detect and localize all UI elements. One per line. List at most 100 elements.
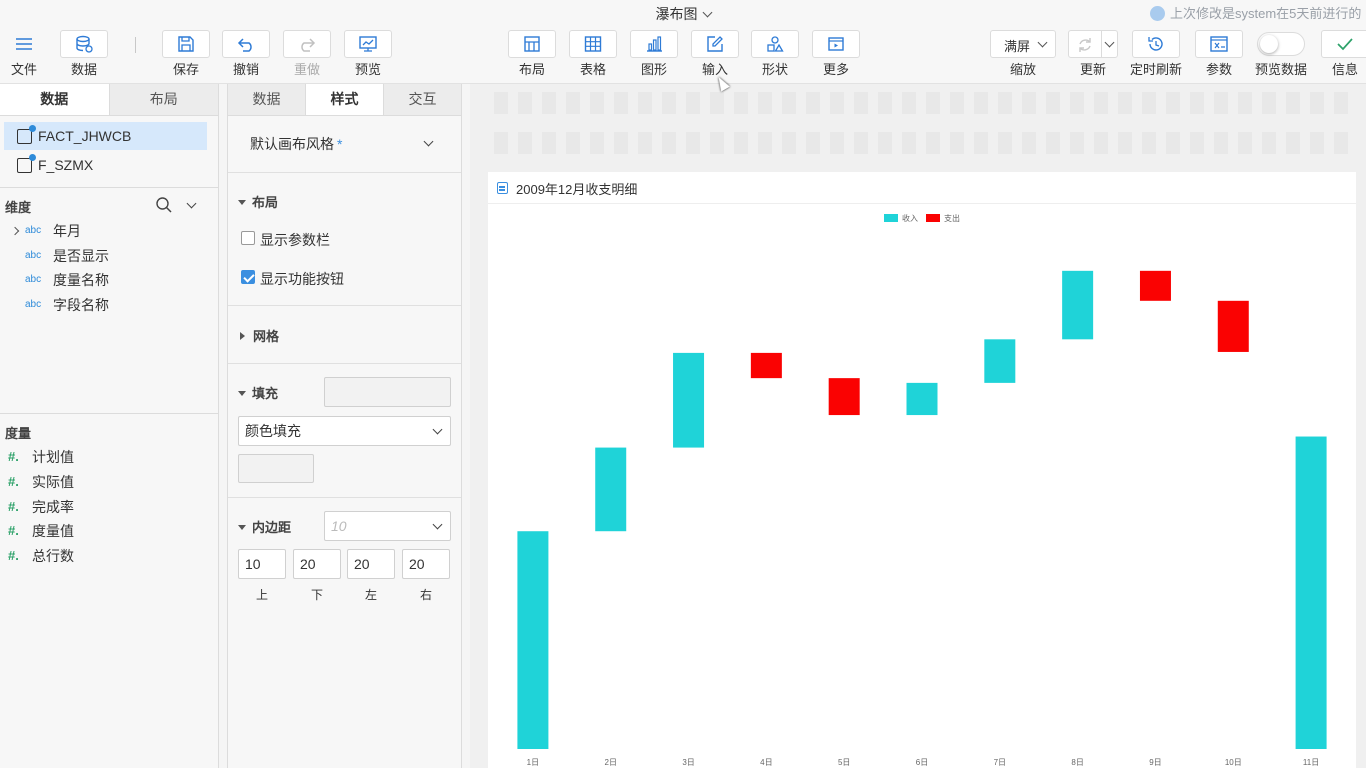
table-button[interactable]: 表格 [569,30,617,78]
padding-bottom-input[interactable]: 20 [293,549,341,579]
table-item-fact-jhwcb[interactable]: FACT_JHWCB [4,122,207,150]
tab-style[interactable]: 样式 [305,84,384,115]
modified-info: 上次修改是system在5天前进行的 [1150,3,1366,22]
show-function-buttons-checkbox[interactable] [241,270,255,284]
padding-bottom-label: 下 [310,588,323,602]
dataset-icon [17,125,36,144]
file-button[interactable]: 文件 [0,30,48,78]
info-button[interactable]: 信息 [1321,30,1366,78]
tab-data[interactable]: 数据 [228,84,305,115]
waterfall-bar[interactable] [1217,300,1249,352]
string-type-icon: abc [25,225,42,236]
chevron-right-icon[interactable] [10,226,20,236]
chevron-down-icon[interactable] [186,198,197,209]
tab-interaction[interactable]: 交互 [384,84,461,115]
save-icon [162,30,210,58]
layout-section-label: 布局 [252,195,279,210]
measure-label: 总行数 [32,548,74,564]
shape-button[interactable]: 形状 [751,30,799,78]
canvas-style-mark: * [337,136,343,152]
layout-button[interactable]: 布局 [508,30,556,78]
string-type-icon: abc [25,299,42,310]
timed-refresh-button[interactable]: 定时刷新 [1130,30,1182,78]
measure-item[interactable]: #. 度量值 [0,519,218,543]
tab-layout[interactable]: 布局 [109,84,218,115]
preview-label: 预览 [354,62,381,77]
document-title-text: 瀑布图 [655,6,698,22]
chart-widget[interactable]: 2009年12月收支明细 收入 支出 1日 2日 3日 4日 5日 6日 7日 8日 9日 10日 11… [488,172,1356,768]
waterfall-bar[interactable] [906,382,938,416]
preview-data-toggle[interactable] [1257,32,1305,56]
fill-type-select[interactable]: 颜色填充 [238,416,451,446]
graphic-button[interactable]: 图形 [630,30,678,78]
table-name: F_SZMX [38,157,94,173]
dimension-label: 年月 [53,223,81,239]
padding-right-input[interactable]: 20 [402,549,450,579]
clock-icon [1132,30,1180,58]
undo-button[interactable]: 撤销 [222,30,270,78]
x-tick-label: 10日 [1225,758,1242,767]
fill-section-header[interactable]: 填充 [238,383,278,402]
dimension-item[interactable]: abc 是否显示 [0,244,218,268]
waterfall-bar[interactable] [517,531,549,749]
canvas-style-select[interactable]: 默认画布风格 * [250,134,342,154]
chevron-down-icon [432,424,443,435]
data-button[interactable]: 数据 [60,30,108,78]
fill-section-label: 填充 [252,386,279,401]
save-button[interactable]: 保存 [162,30,210,78]
preview-data-label: 预览数据 [1254,62,1307,77]
waterfall-bar[interactable] [1062,270,1094,340]
update-label: 更新 [1079,62,1106,77]
padding-preset-select[interactable]: 10 [324,511,451,541]
input-button[interactable]: 输入 [691,30,739,78]
chevron-down-icon [1037,37,1048,48]
legend-label: 收入 [902,213,918,223]
chevron-down-icon [1104,37,1115,48]
undo-icon [222,30,270,58]
update-select[interactable] [1068,30,1118,58]
preview-button[interactable]: 预览 [344,30,392,78]
redo-button[interactable]: 重做 [283,30,331,78]
waterfall-bar[interactable] [595,447,627,532]
zoom-label: 缩放 [1009,62,1036,77]
waterfall-bar[interactable] [1139,270,1171,301]
zoom-select[interactable]: 满屏 [990,30,1056,58]
padding-section-header[interactable]: 内边距 [238,517,291,536]
string-type-icon: abc [25,274,42,285]
undo-label: 撤销 [232,62,259,77]
tab-data[interactable]: 数据 [0,84,110,115]
table-label: 表格 [579,62,606,77]
more-button[interactable]: 更多 [812,30,860,78]
number-type-icon: #. [8,548,19,563]
fill-color-picker[interactable] [238,454,314,483]
dimension-item[interactable]: abc 字段名称 [0,293,218,317]
show-param-bar-checkbox[interactable] [241,231,255,245]
table-item-f-szmx[interactable]: F_SZMX [4,151,207,179]
padding-left-input[interactable]: 20 [347,549,395,579]
waterfall-bar[interactable] [984,339,1016,383]
waterfall-bar[interactable] [673,352,705,448]
measure-item[interactable]: #. 总行数 [0,544,218,568]
waterfall-bar[interactable] [750,352,782,379]
dimension-item[interactable]: abc 度量名称 [0,268,218,292]
measure-item[interactable]: #. 计划值 [0,445,218,469]
chevron-down-icon[interactable] [423,136,434,147]
layout-section-header[interactable]: 布局 [238,192,278,211]
database-icon [60,30,108,58]
user-avatar-icon [1150,6,1165,21]
measure-item[interactable]: #. 完成率 [0,495,218,519]
waterfall-bar[interactable] [1295,436,1327,749]
measure-item[interactable]: #. 实际值 [0,470,218,494]
params-label: 参数 [1205,62,1232,77]
redo-label: 重做 [293,62,320,77]
table-name: FACT_JHWCB [38,128,132,144]
search-icon[interactable] [155,196,173,214]
layout-label: 布局 [518,62,545,77]
input-label: 输入 [701,62,728,77]
waterfall-bar[interactable] [828,378,860,416]
more-label: 更多 [822,62,849,77]
params-button[interactable]: 参数 [1195,30,1243,78]
grid-section-header[interactable]: 网格 [238,326,279,345]
padding-top-input[interactable]: 10 [238,549,286,579]
dimension-item[interactable]: abc 年月 [0,219,218,243]
